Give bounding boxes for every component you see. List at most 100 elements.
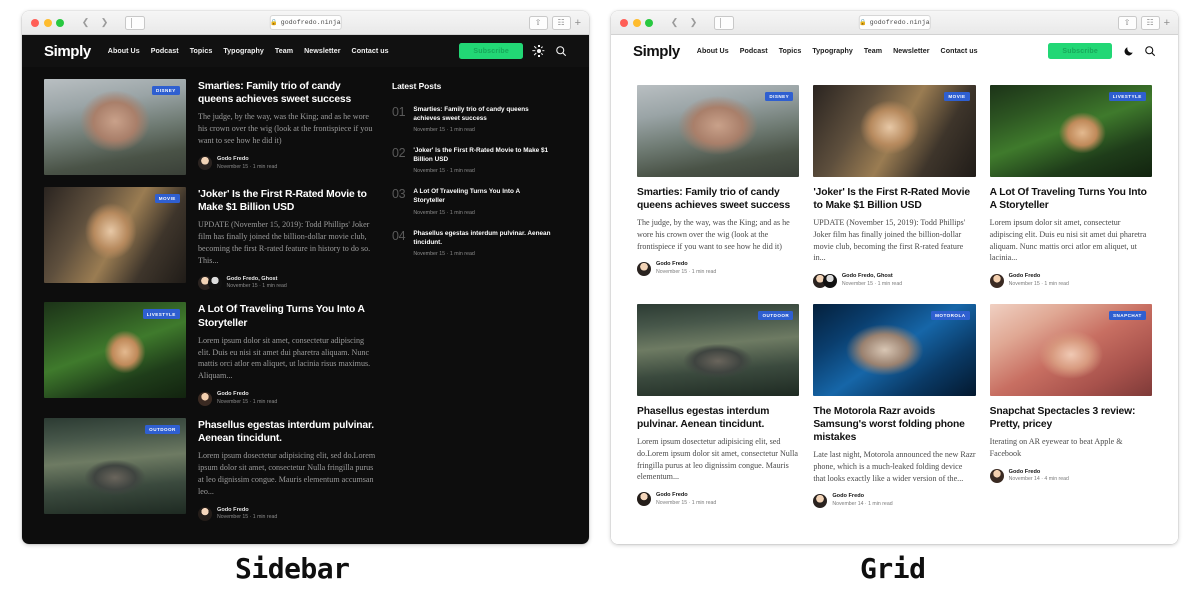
category-badge[interactable]: MOVIE [944,92,970,102]
window-traffic-lights[interactable] [29,18,64,27]
sidebar-toggle-icon[interactable] [714,15,734,30]
article-thumbnail[interactable]: DISNEY [637,85,800,177]
minimize-window-button[interactable] [43,18,52,27]
category-badge[interactable]: MOTOROLA [930,310,970,321]
article-title[interactable]: Phasellus egestas interdum pulvinar. Aen… [198,419,376,445]
nav-right-actions[interactable]: Subscribe [459,43,567,59]
article-thumbnail[interactable]: DISNEY [44,79,186,175]
article-title[interactable]: 'Joker' Is the First R-Rated Movie to Ma… [813,186,975,212]
nav-link-newsletter[interactable]: Newsletter [893,47,929,55]
sun-icon[interactable] [533,45,545,57]
category-badge[interactable]: OUTDOOR [758,310,794,321]
latest-post-item[interactable]: 02 'Joker' Is the First R-Rated Movie to… [392,146,552,174]
nav-right-actions[interactable]: Subscribe [1048,43,1156,59]
primary-nav[interactable]: About Us Podcast Topics Typography Team … [108,47,389,55]
close-window-button[interactable] [31,18,39,27]
article-card[interactable]: MOVIE 'Joker' Is the First R-Rated Movie… [813,85,976,288]
plus-icon[interactable]: + [575,17,582,29]
chrome-right-controls[interactable]: ⇧ ☷ + [528,15,582,30]
article-title[interactable]: Smarties: Family trio of candy queens ac… [198,80,376,106]
address-bar[interactable]: 🔒 godofredo.ninja [269,15,342,30]
article-list-item[interactable]: OUTDOOR Phasellus egestas interdum pulvi… [44,417,376,521]
article-thumbnail[interactable]: MOVIE [44,187,186,283]
article-card[interactable]: MOTOROLA The Motorola Razr avoids Samsun… [813,303,976,508]
primary-nav[interactable]: About Us Podcast Topics Typography Team … [697,47,978,55]
category-badge[interactable]: DISNEY [151,86,180,96]
forward-icon[interactable]: ❯ [684,16,703,30]
latest-post-item[interactable]: 01 Smarties: Family trio of candy queens… [392,105,552,133]
article-title[interactable]: A Lot Of Traveling Turns You Into A Stor… [198,303,376,329]
latest-post-title[interactable]: A Lot Of Traveling Turns You Into A Stor… [413,187,552,205]
latest-post-item[interactable]: 03 A Lot Of Traveling Turns You Into A S… [392,187,552,215]
forward-icon[interactable]: ❯ [95,16,114,30]
nav-link-topics[interactable]: Topics [779,47,802,55]
category-badge[interactable]: MOVIE [154,194,180,204]
new-tab-icon[interactable]: ☷ [1140,15,1160,30]
latest-post-title[interactable]: Smarties: Family trio of candy queens ac… [413,105,552,123]
article-title[interactable]: Phasellus egestas interdum pulvinar. Aen… [637,405,799,431]
chrome-right-controls[interactable]: ⇧ ☷ + [1117,15,1171,30]
close-window-button[interactable] [620,18,628,27]
article-list-item[interactable]: LIVESTYLE A Lot Of Traveling Turns You I… [44,302,376,406]
minimize-window-button[interactable] [632,18,641,27]
moon-icon[interactable] [1122,45,1134,57]
search-icon[interactable] [1144,45,1156,57]
nav-link-team[interactable]: Team [275,47,293,55]
sidebar-toggle-icon[interactable] [125,15,145,30]
article-title[interactable]: A Lot Of Traveling Turns You Into A Stor… [990,186,1152,212]
article-title[interactable]: Snapchat Spectacles 3 review: Pretty, pr… [990,405,1152,431]
article-card[interactable]: LIVESTYLE A Lot Of Traveling Turns You I… [989,85,1152,288]
nav-link-typography[interactable]: Typography [812,47,853,55]
article-card[interactable]: DISNEY Smarties: Family trio of candy qu… [637,85,800,288]
article-title[interactable]: 'Joker' Is the First R-Rated Movie to Ma… [198,188,376,214]
article-thumbnail[interactable]: OUTDOOR [637,303,800,396]
browser-nav-buttons[interactable]: ❮ ❯ [665,16,703,30]
nav-link-newsletter[interactable]: Newsletter [304,47,340,55]
article-card[interactable]: SNAPCHAT Snapchat Spectacles 3 review: P… [989,303,1152,508]
category-badge[interactable]: LIVESTYLE [1108,92,1146,102]
article-thumbnail[interactable]: LIVESTYLE [44,302,186,399]
latest-post-title[interactable]: 'Joker' Is the First R-Rated Movie to Ma… [413,146,552,164]
category-badge[interactable]: LIVESTYLE [142,309,180,319]
article-thumbnail[interactable]: MOVIE [813,85,976,177]
article-list-item[interactable]: MOVIE 'Joker' Is the First R-Rated Movie… [44,187,376,291]
subscribe-button[interactable]: Subscribe [459,43,523,59]
category-badge[interactable]: DISNEY [765,92,794,102]
article-list-item[interactable]: DISNEY Smarties: Family trio of candy qu… [44,79,376,175]
back-icon[interactable]: ❮ [76,16,95,30]
plus-icon[interactable]: + [1164,17,1171,29]
maximize-window-button[interactable] [56,18,64,27]
nav-link-contact-us[interactable]: Contact us [352,47,389,55]
address-bar[interactable]: 🔒 godofredo.ninja [858,15,931,30]
article-card[interactable]: OUTDOOR Phasellus egestas interdum pulvi… [637,303,800,508]
nav-link-contact-us[interactable]: Contact us [941,47,978,55]
back-icon[interactable]: ❮ [665,16,684,30]
category-badge[interactable]: OUTDOOR [144,424,180,435]
share-icon[interactable]: ⇧ [528,15,548,30]
window-traffic-lights[interactable] [618,18,653,27]
share-icon[interactable]: ⇧ [1117,15,1137,30]
latest-post-title[interactable]: Phasellus egestas interdum pulvinar. Aen… [413,229,552,247]
nav-link-podcast[interactable]: Podcast [151,47,179,55]
nav-link-topics[interactable]: Topics [190,47,213,55]
article-thumbnail[interactable]: MOTOROLA [813,303,976,396]
nav-link-podcast[interactable]: Podcast [740,47,768,55]
article-thumbnail[interactable]: LIVESTYLE [989,85,1152,177]
article-thumbnail[interactable]: SNAPCHAT [989,303,1152,396]
maximize-window-button[interactable] [645,18,653,27]
nav-link-typography[interactable]: Typography [223,47,264,55]
browser-nav-buttons[interactable]: ❮ ❯ [76,16,114,30]
subscribe-button[interactable]: Subscribe [1048,43,1112,59]
new-tab-icon[interactable]: ☷ [551,15,571,30]
nav-link-about-us[interactable]: About Us [108,47,140,55]
article-title[interactable]: The Motorola Razr avoids Samsung's worst… [813,405,975,444]
site-brand[interactable]: Simply [44,43,91,60]
article-title[interactable]: Smarties: Family trio of candy queens ac… [637,186,799,212]
article-thumbnail[interactable]: OUTDOOR [44,417,186,514]
nav-link-about-us[interactable]: About Us [697,47,729,55]
search-icon[interactable] [555,45,567,57]
category-badge[interactable]: SNAPCHAT [1108,310,1146,321]
site-brand[interactable]: Simply [633,43,680,60]
latest-post-item[interactable]: 04 Phasellus egestas interdum pulvinar. … [392,229,552,256]
nav-link-team[interactable]: Team [864,47,882,55]
